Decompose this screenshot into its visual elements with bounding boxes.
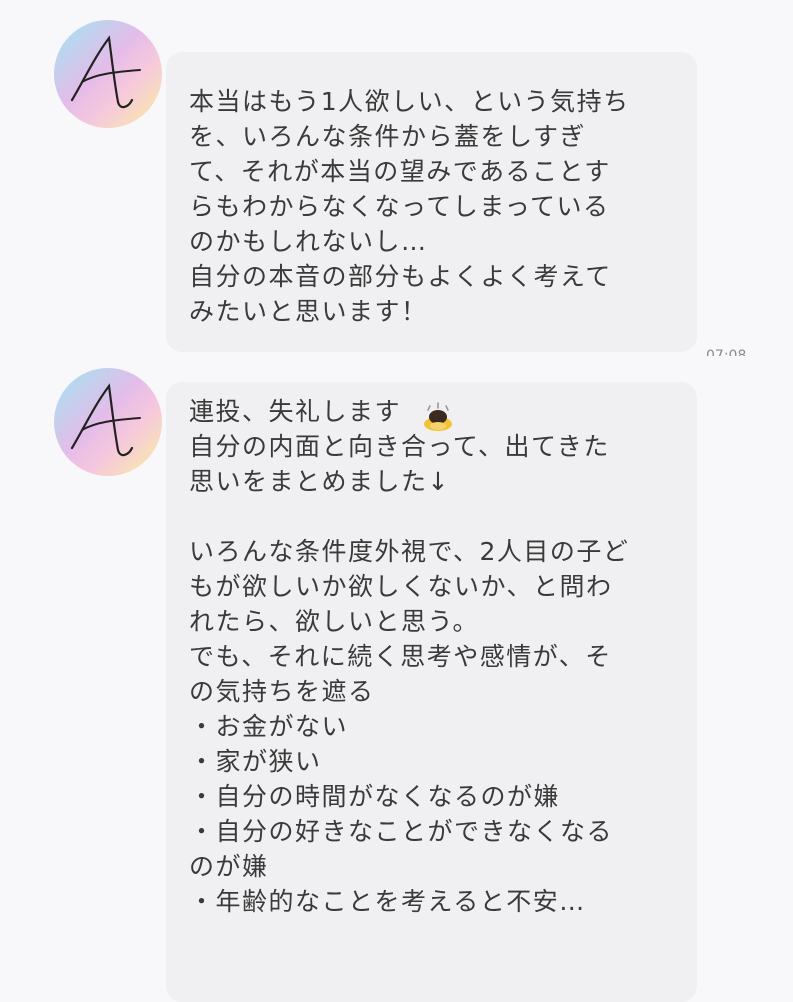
sender-avatar[interactable] — [54, 368, 162, 476]
signature-a-icon — [70, 383, 141, 457]
message-text: 連投、失礼します 自分の内面と向き合って、出てきた 思いをまとめました↓ いろん… — [189, 397, 630, 916]
signature-a-icon — [70, 35, 141, 109]
bowing-person-emoji — [422, 402, 454, 436]
message-timestamp: 07:08 — [706, 348, 747, 356]
sender-avatar[interactable] — [54, 20, 162, 128]
message-text: 本当はもう1人欲しい、という気持ち を、いろんな条件から蓋をしすぎ て、それが本… — [189, 87, 630, 326]
